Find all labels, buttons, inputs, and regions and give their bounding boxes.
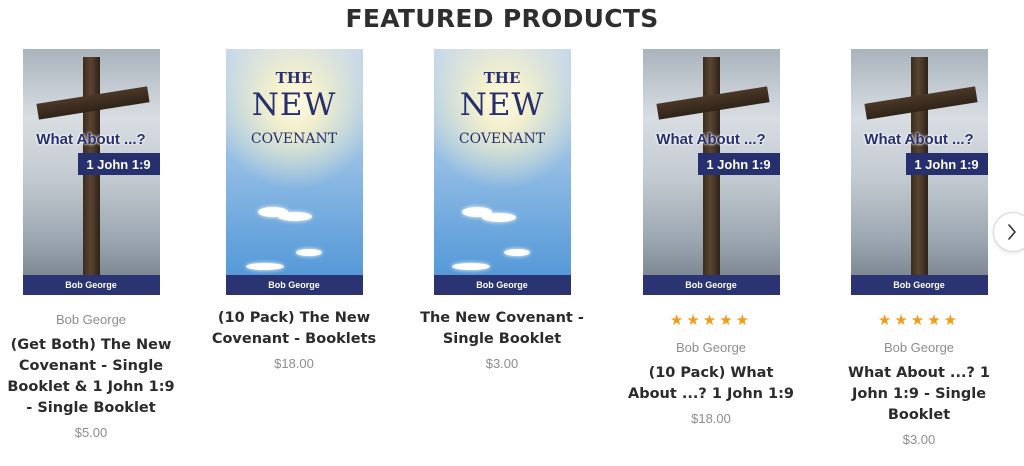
cover-title-new: NEW [459,87,545,123]
cover-author-bar: Bob George [642,275,780,295]
rating-stars: ★★★★★ [669,311,753,329]
product-price: $3.00 [902,432,936,447]
cover-author-bar: Bob George [225,275,363,295]
cover-reference: 1 John 1:9 [697,153,780,175]
product-image[interactable]: THE NEW COVENANT Bob George [433,49,571,295]
product-name[interactable]: (Get Both) The New Covenant - Single Boo… [7,335,175,419]
product-image[interactable]: What About ...? 1 John 1:9 Bob George [850,49,988,295]
rating-stars: ★★★★★ [877,311,961,329]
product-price: $5.00 [74,425,108,440]
product-image[interactable]: THE NEW COVENANT Bob George [225,49,363,295]
cover-title-the: THE [483,69,521,87]
cloud [277,212,312,221]
product-price: $18.00 [274,356,314,371]
product-card: What About ...? 1 John 1:9 Bob George Bo… [0,49,191,440]
cover-reference: 1 John 1:9 [77,153,160,175]
product-author: Bob George [675,340,747,355]
cover-title-covenant: COVENANT [458,131,546,147]
cover-author-bar: Bob George [850,275,988,295]
product-price: $18.00 [691,411,731,426]
product-name[interactable]: What About ...? 1 John 1:9 - Single Book… [835,363,1003,426]
product-card: What About ...? 1 John 1:9 Bob George ★★… [611,49,811,426]
cloud [503,249,530,256]
cover-title-the: THE [275,69,313,87]
product-card: What About ...? 1 John 1:9 Bob George ★★… [819,49,1019,447]
cover-author-bar: Bob George [433,275,571,295]
cloud [245,263,284,270]
product-author: Bob George [55,312,127,327]
product-name[interactable]: The New Covenant - Single Booklet [418,308,586,350]
cover-headline: What About ...? [656,131,766,148]
product-name[interactable]: (10 Pack) What About ...? 1 John 1:9 [627,363,795,405]
cloud [295,249,322,256]
product-price: $3.00 [485,356,519,371]
product-card: THE NEW COVENANT Bob George (10 Pack) Th… [194,49,394,371]
cover-reference: 1 John 1:9 [905,153,988,175]
cover-title-covenant: COVENANT [250,131,338,147]
cover-title-new: NEW [251,87,337,123]
product-name[interactable]: (10 Pack) The New Covenant - Booklets [210,308,378,350]
cover-headline: What About ...? [36,131,146,148]
product-author: Bob George [883,340,955,355]
cloud [451,263,490,270]
product-image[interactable]: What About ...? 1 John 1:9 Bob George [22,49,160,295]
cover-headline: What About ...? [864,131,974,148]
product-card: THE NEW COVENANT Bob George The New Cove… [402,49,602,371]
section-title: FEATURED PRODUCTS [345,4,659,33]
chevron-right-icon [1008,224,1016,240]
cloud [481,213,516,222]
product-image[interactable]: What About ...? 1 John 1:9 Bob George [642,49,780,295]
cover-author-bar: Bob George [22,275,160,295]
